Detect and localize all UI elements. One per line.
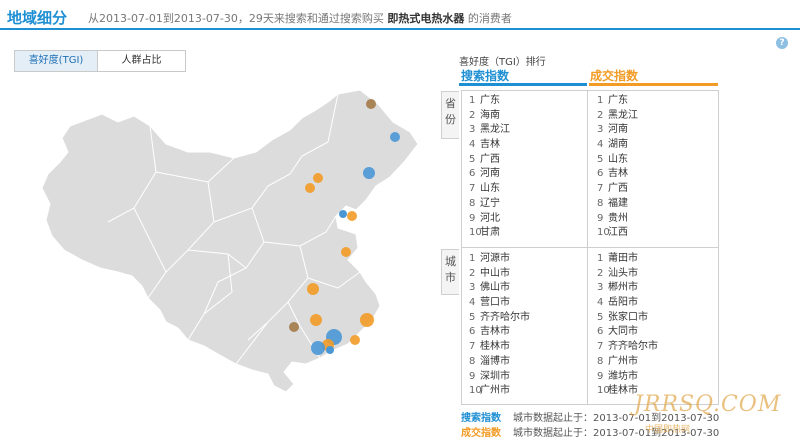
list-item: 1 莆田市 bbox=[597, 253, 638, 264]
map-marker bbox=[339, 210, 347, 218]
list-item: 5 齐齐哈尔市 bbox=[469, 311, 530, 323]
list-item: 9 贵州 bbox=[597, 212, 628, 224]
list-item: 4 湖南 bbox=[597, 139, 628, 151]
list-item: 3 黑龙江 bbox=[469, 124, 510, 136]
list-item: 3 河南 bbox=[597, 124, 628, 136]
map-marker bbox=[289, 322, 299, 332]
tab-tgi[interactable]: 喜好度(TGI) bbox=[15, 51, 98, 71]
city-deal-list: 1 莆田市 2 汕头市 3 郴州市 4 岳阳市 5 张家口市 6 大同市 7 齐齐哈尔市 8广… bbox=[597, 252, 658, 399]
list-item: 3 郴州市 bbox=[597, 282, 638, 294]
list-item: 8 辽宁 bbox=[469, 197, 500, 209]
list-item: 4 营口市 bbox=[469, 297, 510, 309]
list-item: 6 河南 bbox=[469, 168, 500, 180]
watermark-caption: 中国即热网 bbox=[645, 425, 691, 435]
tab-share[interactable]: 人群占比 bbox=[98, 51, 185, 71]
subtitle-prefix: 从2013-07-01到2013-07-30，29天来搜索和通过搜索购买 bbox=[88, 12, 384, 25]
map-marker bbox=[360, 313, 374, 327]
china-map bbox=[41, 89, 419, 393]
deal-index-legend: 成交指数 bbox=[461, 428, 501, 439]
map-marker bbox=[341, 247, 351, 257]
province-deal-list: 1 广东 2 黑龙江 3 河南 4 湖南 5 山东 6 吉林 7 广西 8 福建 9 贵州 10江… bbox=[597, 94, 638, 241]
map-marker bbox=[310, 314, 322, 326]
product-name: 即热式电热水器 bbox=[387, 12, 465, 25]
city-label: 城市 bbox=[441, 249, 459, 295]
map-marker bbox=[363, 167, 375, 179]
metric-tabs: 喜好度(TGI) 人群占比 bbox=[14, 50, 186, 72]
deal-header-bar bbox=[589, 83, 718, 86]
list-item: 8 福建 bbox=[597, 197, 628, 209]
map-marker bbox=[347, 211, 357, 221]
list-item: 9 河北 bbox=[469, 212, 500, 224]
province-label: 省份 bbox=[441, 91, 459, 139]
city-search-list: 1 河源市 2 中山市 3 佛山市 4 营口市 5 齐齐哈尔市 6 吉林市 7 桂林市 8 淄博… bbox=[469, 252, 530, 399]
list-item: 2 黑龙江 bbox=[597, 109, 638, 121]
china-outline bbox=[41, 89, 419, 393]
list-item: 5 张家口市 bbox=[597, 311, 648, 323]
list-item: 6 大同市 bbox=[597, 326, 638, 338]
list-item: 7 广西 bbox=[597, 183, 628, 195]
list-item: 1 广东 bbox=[597, 95, 628, 106]
province-search-list: 1 广东 2 海南 3 黑龙江 4 吉林 5 广西 6 河南 7 山东 8 辽宁 9 河北 10甘… bbox=[469, 94, 510, 241]
list-item: 7 桂林市 bbox=[469, 341, 510, 353]
search-index-header: 搜索指数 bbox=[461, 69, 510, 83]
list-item: 1 广东 bbox=[469, 95, 500, 106]
list-item: 3 佛山市 bbox=[469, 282, 510, 294]
list-item: 4 岳阳市 bbox=[597, 297, 638, 309]
map-marker bbox=[305, 183, 315, 193]
map-marker bbox=[307, 283, 319, 295]
search-index-legend: 搜索指数 bbox=[461, 413, 501, 424]
page-header: 地域细分 从2013-07-01到2013-07-30，29天来搜索和通过搜索购… bbox=[0, 0, 800, 30]
list-item: 10广州市 bbox=[469, 385, 510, 397]
subtitle-suffix: 的消费者 bbox=[467, 12, 512, 25]
list-item: 6 吉林 bbox=[597, 168, 628, 180]
map-marker bbox=[326, 346, 334, 354]
list-item: 2 中山市 bbox=[469, 267, 510, 279]
column-divider bbox=[587, 247, 588, 405]
list-item: 1 河源市 bbox=[469, 253, 510, 264]
map-marker bbox=[313, 173, 323, 183]
deal-index-header: 成交指数 bbox=[590, 69, 639, 83]
map-marker bbox=[350, 335, 360, 345]
list-item: 10江西 bbox=[597, 227, 628, 239]
map-marker bbox=[366, 99, 376, 109]
list-item: 2 海南 bbox=[469, 109, 500, 121]
list-item: 8 淄博市 bbox=[469, 355, 510, 367]
list-item: 2 汕头市 bbox=[597, 267, 638, 279]
list-item: 7 齐齐哈尔市 bbox=[597, 341, 658, 353]
column-divider bbox=[587, 90, 588, 248]
list-item: 5 广西 bbox=[469, 153, 500, 165]
list-item: 10甘肃 bbox=[469, 227, 500, 239]
help-icon[interactable]: ? bbox=[776, 37, 788, 49]
search-header-bar bbox=[459, 83, 587, 86]
map-marker bbox=[311, 341, 325, 355]
list-item: 9 潍坊市 bbox=[597, 370, 638, 382]
list-item: 4 吉林 bbox=[469, 139, 500, 151]
watermark-logo: JRRSQ.COM bbox=[634, 392, 782, 417]
page-title: 地域细分 bbox=[7, 9, 68, 27]
list-item: 5 山东 bbox=[597, 153, 628, 165]
list-item: 7 山东 bbox=[469, 183, 500, 195]
list-item: 6 吉林市 bbox=[469, 326, 510, 338]
list-item: 9 深圳市 bbox=[469, 370, 510, 382]
map-marker bbox=[390, 132, 400, 142]
list-item: 8 广州市 bbox=[597, 355, 638, 367]
page-subtitle: 从2013-07-01到2013-07-30，29天来搜索和通过搜索购买 即热式… bbox=[88, 10, 512, 26]
ranking-title: 喜好度（TGI）排行 bbox=[459, 57, 546, 68]
